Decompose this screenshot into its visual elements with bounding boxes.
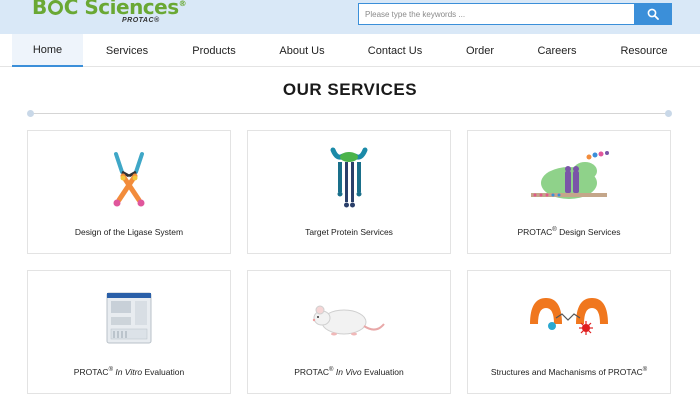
- section-divider: [31, 113, 669, 114]
- nav-products[interactable]: Products: [180, 34, 248, 67]
- protac-design-icon: [531, 151, 609, 199]
- divider-dot-right: [665, 110, 672, 117]
- service-card-protac-design[interactable]: PROTAC® Design Services: [467, 130, 671, 254]
- nav-about-us[interactable]: About Us: [270, 34, 334, 67]
- magnifier-icon: [647, 8, 659, 20]
- ligase-antibody-icon: [113, 152, 145, 207]
- target-protein-icon: [330, 147, 368, 208]
- card-label: PROTAC® In Vivo Evaluation: [294, 367, 404, 377]
- search-button[interactable]: [634, 3, 672, 25]
- search-bar: [358, 3, 672, 25]
- nav-contact-us[interactable]: Contact Us: [358, 34, 432, 67]
- divider-dot-left: [27, 110, 34, 117]
- card-label: PROTAC® Design Services: [517, 227, 621, 237]
- logo-o-ring-icon: [47, 0, 63, 15]
- card-label: Design of the Ligase System: [74, 227, 184, 237]
- nav-careers[interactable]: Careers: [528, 34, 586, 67]
- nav-home[interactable]: Home: [12, 34, 83, 67]
- lab-instrument-icon: [106, 292, 152, 344]
- nav-resource[interactable]: Resource: [610, 34, 678, 67]
- service-card-mechanisms[interactable]: Structures and Machanisms of PROTAC®: [467, 270, 671, 394]
- nav-services[interactable]: Services: [95, 34, 159, 67]
- protac-mechanism-icon: [530, 298, 608, 335]
- logo-subtitle: PROTAC®: [122, 17, 160, 24]
- nav-order[interactable]: Order: [456, 34, 504, 67]
- card-label: PROTAC® In Vitro Evaluation: [73, 367, 185, 377]
- main-nav: Home Services Products About Us Contact …: [0, 34, 700, 67]
- logo-text: BC Sciences®: [32, 0, 187, 19]
- service-card-in-vivo[interactable]: PROTAC® In Vivo Evaluation: [247, 270, 451, 394]
- card-label: Target Protein Services: [305, 227, 393, 237]
- search-input[interactable]: [358, 3, 634, 25]
- section-title: OUR SERVICES: [282, 80, 418, 99]
- header-bar: BC Sciences® PROTAC®: [0, 0, 700, 34]
- service-card-ligase[interactable]: Design of the Ligase System: [27, 130, 231, 254]
- service-card-target-protein[interactable]: Target Protein Services: [247, 130, 451, 254]
- service-card-in-vitro[interactable]: PROTAC® In Vitro Evaluation: [27, 270, 231, 394]
- card-label: Structures and Machanisms of PROTAC®: [490, 367, 648, 377]
- mouse-icon: [312, 305, 385, 336]
- site-logo[interactable]: BC Sciences® PROTAC®: [32, 0, 187, 29]
